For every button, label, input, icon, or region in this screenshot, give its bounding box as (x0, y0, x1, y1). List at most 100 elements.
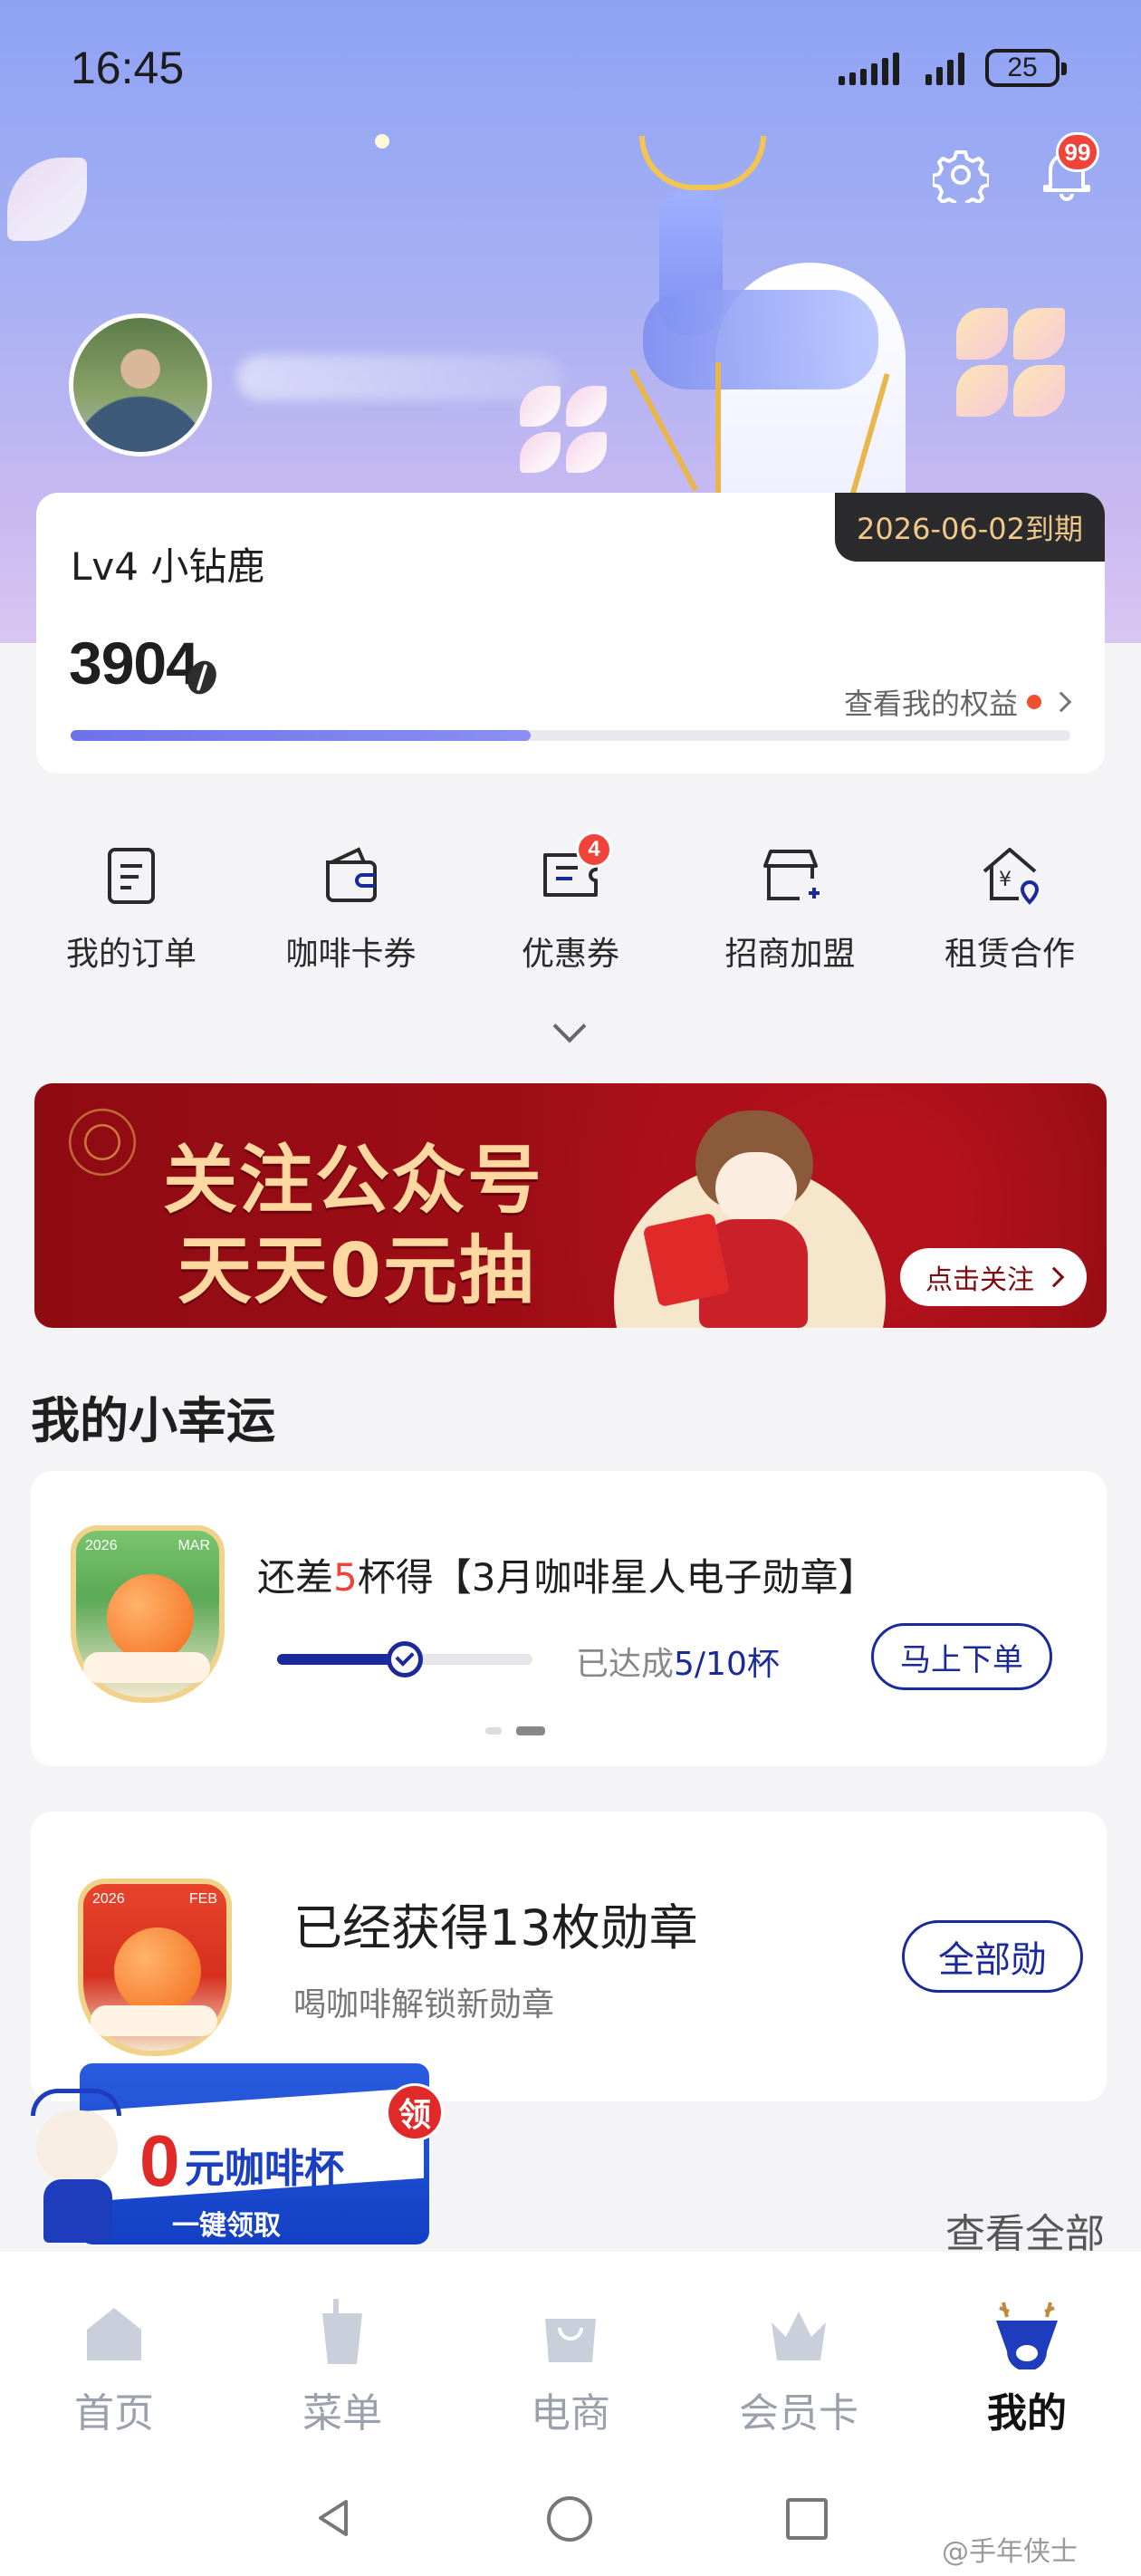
status-bar: 16:45 25 (0, 0, 1141, 136)
flower-decoration (956, 308, 1065, 417)
quick-item-franchise[interactable]: 招商加盟 (695, 842, 886, 975)
badge-year: 2026 (92, 1891, 125, 1907)
member-card[interactable]: 2026-06-02到期 Lv4 小钻鹿 3904 查看我的权益 (36, 493, 1105, 774)
chevron-down-icon[interactable] (552, 1009, 587, 1043)
pager-dot (485, 1727, 502, 1735)
quick-label: 我的订单 (65, 936, 197, 973)
tab-label: 菜单 (302, 2390, 382, 2437)
fireworks-decoration (43, 1092, 161, 1192)
member-level: Lv4 小钻鹿 (71, 544, 265, 589)
notification-badge: 99 (1056, 132, 1099, 172)
luck-progress-text: 已达成5/10杯 (576, 1638, 780, 1685)
username-blurred (237, 355, 563, 400)
coupon-badge: 4 (576, 831, 612, 868)
svg-text:¥: ¥ (999, 869, 1012, 891)
chevron-right-icon (1050, 691, 1072, 713)
quick-label: 租赁合作 (944, 936, 1075, 973)
recent-apps-icon[interactable] (786, 2498, 828, 2540)
check-icon (387, 1641, 423, 1677)
dot-decoration (375, 134, 389, 149)
quick-item-coffee-cards[interactable]: 咖啡卡券 (256, 842, 446, 975)
rental-icon: ¥ (983, 848, 1040, 905)
carousel-pager (485, 1726, 545, 1735)
february-badge: 2026 FEB (78, 1879, 232, 2056)
tab-label: 首页 (74, 2390, 154, 2437)
quick-label: 招商加盟 (724, 936, 856, 973)
deer-body-illustration (643, 290, 878, 389)
medal-title: 已经获得13枚勋章 (293, 1899, 698, 1956)
quick-label: 咖啡卡券 (285, 936, 417, 973)
battery-icon: 25 (985, 49, 1067, 87)
tab-membership[interactable]: 会员卡 (685, 2252, 913, 2460)
follow-button-label: 点击关注 (925, 1264, 1034, 1296)
watermark-text: @手年侠士 (942, 2536, 1078, 2568)
mascot-illustration (642, 1110, 831, 1328)
signal-icon (839, 53, 899, 85)
luck-progress-label: 已达成 (576, 1646, 675, 1683)
tab-label: 电商 (531, 2390, 610, 2437)
quick-menu: 我的订单 咖啡卡券 4 优惠券 招商加盟 ¥ 租赁合作 (36, 831, 1105, 975)
banner-line2: 天天0元抽 (177, 1228, 536, 1314)
mascot-illustration (27, 2089, 127, 2246)
order-icon (108, 848, 155, 904)
bottom-tab-bar: 首页 菜单 电商 会员卡 我的 (0, 2252, 1141, 2460)
section-title: 我的小幸运 (31, 1392, 275, 1449)
chevron-right-icon (1043, 1266, 1065, 1288)
gear-icon[interactable] (933, 147, 989, 203)
quick-item-rental[interactable]: ¥ 租赁合作 (915, 842, 1105, 975)
tab-mine[interactable]: 我的 (913, 2252, 1141, 2460)
tab-label: 会员卡 (739, 2390, 858, 2437)
tab-home[interactable]: 首页 (0, 2252, 228, 2460)
coupon-icon-wrap: 4 (538, 831, 612, 908)
badge-year: 2026 (85, 1538, 118, 1553)
level-progress-fill (71, 730, 531, 741)
bag-icon (545, 2319, 596, 2362)
quick-label: 优惠券 (521, 936, 619, 973)
medal-card[interactable]: 2026 FEB 已经获得13枚勋章 喝咖啡解锁新勋章 全部勋 (31, 1812, 1107, 2101)
quick-item-orders[interactable]: 我的订单 (36, 842, 226, 975)
store-icon (762, 850, 820, 900)
cup-icon (322, 2299, 362, 2364)
wallet-icon (325, 847, 377, 902)
ad-title: 元咖啡杯 (185, 2146, 344, 2192)
all-medals-button[interactable]: 全部勋 (902, 1920, 1083, 1993)
claim-badge[interactable]: 领 (386, 2083, 444, 2141)
luck-card[interactable]: 2026 MAR 还差5杯得【3月咖啡星人电子勋章】 已达成5/10杯 马上下单 (31, 1471, 1107, 1766)
points-value: 3904 (69, 630, 199, 697)
red-dot-icon (1027, 695, 1041, 709)
tab-menu[interactable]: 菜单 (228, 2252, 456, 2460)
ad-cta[interactable]: 一键领取 (172, 2203, 281, 2243)
luck-progress-value: 5/10杯 (674, 1646, 780, 1683)
home-nav-icon[interactable] (547, 2496, 592, 2542)
tab-shop[interactable]: 电商 (456, 2252, 685, 2460)
leaf-decoration (7, 158, 87, 241)
antler-decoration (639, 136, 766, 190)
badge-month: FEB (188, 1891, 217, 1907)
luck-progress-bar (277, 1641, 532, 1677)
floating-cup-ad[interactable]: 0 元咖啡杯 一键领取 领 (27, 2063, 444, 2244)
luck-progress-fill (277, 1654, 405, 1665)
back-icon[interactable] (312, 2496, 355, 2540)
luck-text-before: 还差 (257, 1555, 334, 1600)
signal-icon (925, 53, 964, 85)
ad-zero: 0 (139, 2120, 180, 2201)
benefits-link-label: 查看我的权益 (843, 687, 1018, 721)
luck-text-after: 杯得【3月咖啡星人电子勋章】 (357, 1555, 877, 1600)
level-progress-bar (71, 730, 1070, 741)
benefits-link[interactable]: 查看我的权益 (843, 681, 1072, 723)
follow-banner[interactable]: 关注公众号 天天0元抽 点击关注 (34, 1083, 1107, 1328)
badge-month: MAR (177, 1538, 210, 1553)
tab-label: 我的 (987, 2390, 1067, 2437)
avatar[interactable] (69, 313, 212, 457)
deer-icon (996, 2302, 1058, 2369)
home-icon (87, 2308, 141, 2360)
deer-leg-decoration (715, 362, 721, 498)
crown-icon (772, 2312, 826, 2360)
medal-subtitle: 喝咖啡解锁新勋章 (293, 1986, 555, 2023)
expire-tag: 2026-06-02到期 (835, 493, 1105, 562)
follow-button[interactable]: 点击关注 (900, 1248, 1087, 1306)
pager-dot-active (516, 1726, 545, 1735)
order-now-button[interactable]: 马上下单 (871, 1623, 1052, 1690)
view-all-link[interactable]: 查看全部 (945, 2201, 1105, 2259)
quick-item-coupons[interactable]: 4 优惠券 (475, 831, 666, 975)
